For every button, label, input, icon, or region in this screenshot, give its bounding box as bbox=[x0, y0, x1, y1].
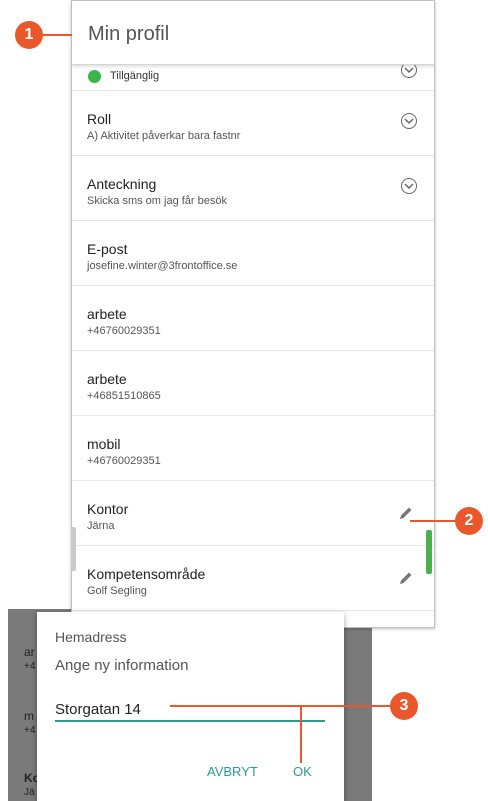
cancel-button[interactable]: AVBRYT bbox=[207, 764, 258, 779]
status-dot-icon bbox=[88, 70, 101, 83]
list-item-kontor[interactable]: Kontor Järna bbox=[72, 481, 434, 546]
profile-screen: Min profil Tillgänglig Roll A) Aktivitet… bbox=[71, 0, 435, 628]
item-label: arbete bbox=[87, 306, 127, 322]
chevron-down-icon[interactable] bbox=[401, 178, 417, 194]
list-item-roll[interactable]: Roll A) Aktivitet påverkar bara fastnr bbox=[72, 91, 434, 156]
profile-list: Tillgänglig Roll A) Aktivitet påverkar b… bbox=[72, 62, 434, 611]
edit-pencil-icon[interactable] bbox=[398, 505, 414, 526]
item-label: Kontor bbox=[87, 501, 129, 517]
callout-line-2 bbox=[410, 520, 455, 522]
item-label: Kompetensområde bbox=[87, 566, 206, 582]
scroll-indicator[interactable] bbox=[426, 530, 432, 574]
bg-row-value: +4 bbox=[24, 661, 36, 672]
app-bar: Min profil bbox=[72, 1, 434, 65]
ok-button[interactable]: OK bbox=[293, 764, 312, 779]
list-item-anteckning[interactable]: Anteckning Skicka sms om jag får besök bbox=[72, 156, 434, 221]
item-value: Järna bbox=[87, 520, 115, 532]
item-label: arbete bbox=[87, 371, 127, 387]
scrollbar-left[interactable] bbox=[71, 527, 76, 571]
status-label: Tillgänglig bbox=[110, 70, 160, 82]
item-value: Skicka sms om jag får besök bbox=[87, 195, 227, 207]
item-value: +46851510865 bbox=[87, 390, 161, 402]
item-value: +46760029351 bbox=[87, 325, 161, 337]
page-title: Min profil bbox=[88, 23, 170, 45]
address-input[interactable] bbox=[55, 698, 325, 722]
list-item-epost[interactable]: E-post josefine.winter@3frontoffice.se bbox=[72, 221, 434, 286]
item-value: Golf Segling bbox=[87, 585, 147, 597]
dialog-title: Hemadress bbox=[55, 629, 127, 645]
callout-badge-2: 2 bbox=[455, 507, 483, 535]
item-label: mobil bbox=[87, 436, 121, 452]
item-label: Roll bbox=[87, 111, 112, 127]
bg-row-label: m bbox=[24, 709, 34, 723]
list-item-arbete[interactable]: arbete +46760029351 bbox=[72, 286, 434, 351]
bg-row-value: +4 bbox=[24, 725, 36, 736]
edit-pencil-icon[interactable] bbox=[398, 570, 414, 591]
item-label: E-post bbox=[87, 241, 128, 257]
dialog-message: Ange ny information bbox=[55, 657, 189, 674]
callout-badge-3: 3 bbox=[390, 692, 418, 720]
item-label: Anteckning bbox=[87, 176, 157, 192]
bg-row-label: ar bbox=[24, 645, 35, 659]
status-row[interactable]: Tillgänglig bbox=[72, 62, 434, 91]
list-item-kompetensomrade[interactable]: Kompetensområde Golf Segling bbox=[72, 546, 434, 611]
list-item-arbete[interactable]: arbete +46851510865 bbox=[72, 351, 434, 416]
callout-line-3 bbox=[170, 705, 390, 707]
item-value: +46760029351 bbox=[87, 455, 161, 467]
chevron-down-icon[interactable] bbox=[401, 113, 417, 129]
bg-row-value: Jä bbox=[24, 787, 35, 798]
callout-line-3-vertical bbox=[300, 705, 302, 763]
item-value: A) Aktivitet påverkar bara fastnr bbox=[87, 130, 241, 142]
callout-badge-1: 1 bbox=[15, 21, 43, 49]
item-value: josefine.winter@3frontoffice.se bbox=[87, 260, 238, 272]
list-item-mobil[interactable]: mobil +46760029351 bbox=[72, 416, 434, 481]
